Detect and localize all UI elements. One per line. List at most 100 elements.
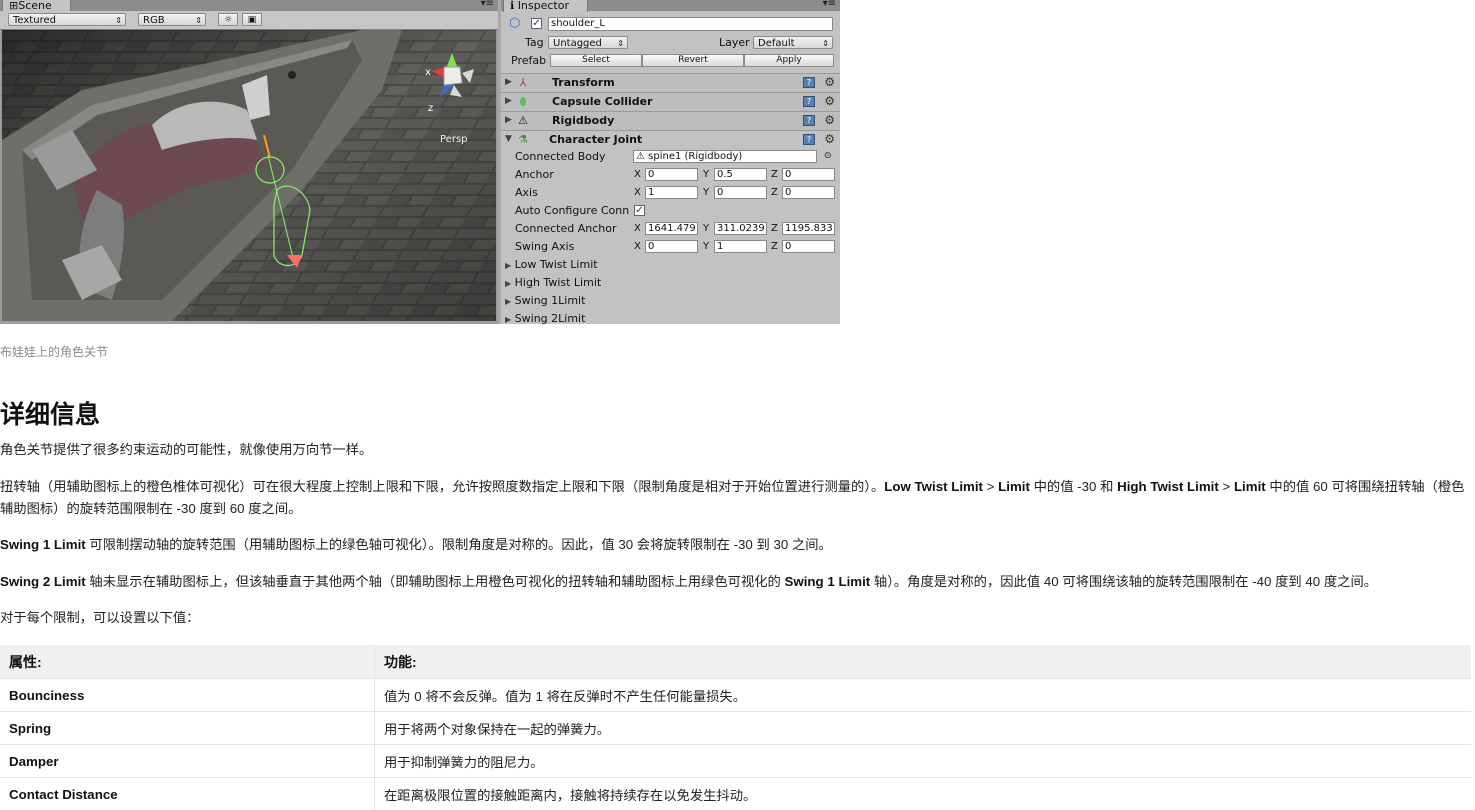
prefab-revert-button[interactable]: Revert — [642, 54, 744, 67]
properties-table: 属性: 功能: Bounciness 值为 0 将不会反弹。值为 1 将在反弹时… — [0, 645, 1471, 810]
component-capsule-collider[interactable]: ▶ ⬮ Capsule Collider ? ⚙ — [501, 92, 840, 111]
foldout-low-twist-limit[interactable]: ▶ Low Twist Limit — [505, 258, 598, 271]
capsule-icon: ⬮ — [516, 95, 530, 108]
inspector-tab-label: Inspector — [518, 0, 569, 12]
component-character-joint[interactable]: ▼ ⚗ Character Joint ? ⚙ — [501, 130, 840, 149]
color-mode-dropdown[interactable]: RGB — [138, 13, 206, 26]
layer-label: Layer — [719, 36, 750, 49]
gear-icon[interactable]: ⚙ — [824, 132, 835, 146]
tag-dropdown[interactable]: Untagged — [548, 36, 628, 49]
gear-icon[interactable]: ⚙ — [824, 75, 835, 89]
rigidbody-ref-icon: ⚠ — [636, 151, 645, 162]
x-label: X — [634, 222, 641, 235]
connected-anchor-x-field[interactable]: 1641.479 — [645, 222, 698, 235]
foldout-arrow-icon[interactable]: ▶ — [505, 77, 512, 87]
text-run: > — [1219, 479, 1234, 494]
foldout-arrow-open-icon[interactable]: ▼ — [505, 134, 512, 144]
text-run: 扭转轴（用辅助图标上的橙色椎体可视化）可在很大程度上控制上限和下限，允许按照度数… — [0, 479, 884, 494]
table-row: Contact Distance 在距离极限位置的接触距离内，接触将持续存在以免… — [0, 778, 1471, 810]
term-swing1-limit: Swing 1 Limit — [785, 574, 871, 589]
component-name: Character Joint — [549, 133, 642, 146]
tag-label: Tag — [525, 36, 544, 49]
inspector-tab[interactable]: ℹ Inspector — [503, 0, 588, 12]
scene-tabbar: ⊞Scene ▾≡ — [0, 0, 498, 11]
swing-axis-x-field[interactable]: 0 — [645, 240, 698, 253]
perspective-label[interactable]: Persp — [440, 134, 468, 145]
help-icon[interactable]: ? — [803, 115, 815, 126]
term-low-twist-limit: Low Twist Limit — [884, 479, 983, 494]
image-toggle-icon[interactable]: ▣ — [242, 13, 262, 26]
paragraph-limits-intro: 对于每个限制，可以设置以下值： — [0, 607, 1470, 629]
active-checkbox[interactable]: ✓ — [531, 18, 542, 29]
paragraph-intro: 角色关节提供了很多约束运动的可能性，就像使用万向节一样。 — [0, 439, 1470, 461]
table-header-row: 属性: 功能: — [0, 645, 1471, 679]
help-icon[interactable]: ? — [803, 77, 815, 88]
foldout-swing2-limit[interactable]: ▶ Swing 2Limit — [505, 312, 585, 324]
anchor-x-field[interactable]: 0 — [645, 168, 698, 181]
property-name: Damper — [0, 745, 375, 778]
connected-anchor-z-field[interactable]: 1195.833 — [782, 222, 835, 235]
property-name: Contact Distance — [0, 778, 375, 810]
component-transform[interactable]: ▶ ⅄ Transform ? ⚙ — [501, 73, 840, 92]
property-description: 用于抑制弹簧力的阻尼力。 — [375, 745, 1472, 778]
render-mode-dropdown[interactable]: Textured — [8, 13, 126, 26]
axis-x-field[interactable]: 1 — [645, 186, 698, 199]
transform-icon: ⅄ — [516, 76, 530, 89]
panel-menu-icon[interactable]: ▾≡ — [481, 0, 494, 9]
text-run: 轴）。角度是对称的，因此值 40 可将围绕该轴的旋转范围限制在 -40 度到 4… — [870, 574, 1377, 589]
foldout-arrow-icon[interactable]: ▶ — [505, 96, 512, 106]
text-run: 可限制摆动轴的旋转范围（用辅助图标上的绿色轴可视化）。限制角度是对称的。因此，值… — [86, 537, 832, 552]
scene-render-image: x z — [2, 30, 496, 321]
anchor-y-field[interactable]: 0.5 — [714, 168, 767, 181]
object-picker-icon[interactable]: ⊙ — [824, 150, 832, 163]
object-name-field[interactable]: shoulder_L — [548, 17, 833, 31]
prefab-label: Prefab — [511, 54, 546, 67]
foldout-high-twist-limit[interactable]: ▶ High Twist Limit — [505, 276, 601, 289]
table-row: Damper 用于抑制弹簧力的阻尼力。 — [0, 745, 1471, 778]
joint-icon: ⚗ — [516, 133, 530, 146]
z-label: Z — [771, 240, 778, 253]
paragraph-swing2: Swing 2 Limit 轴未显示在辅助图标上，但该轴垂直于其他两个轴（即辅助… — [0, 571, 1470, 593]
foldout-arrow-icon: ▶ — [505, 315, 511, 324]
component-name: Capsule Collider — [552, 95, 653, 108]
anchor-z-field[interactable]: 0 — [782, 168, 835, 181]
paragraph-twist-axis: 扭转轴（用辅助图标上的橙色椎体可视化）可在很大程度上控制上限和下限，允许按照度数… — [0, 476, 1470, 520]
help-icon[interactable]: ? — [803, 96, 815, 107]
axis-z-field[interactable]: 0 — [782, 186, 835, 199]
auto-configure-checkbox[interactable]: ✓ — [634, 205, 645, 216]
foldout-label: Low Twist Limit — [515, 258, 598, 271]
gameobject-cube-icon: ⬡ — [509, 17, 520, 30]
term-swing1-limit: Swing 1 Limit — [0, 537, 86, 552]
gear-icon[interactable]: ⚙ — [824, 94, 835, 108]
anchor-label: Anchor — [515, 168, 554, 181]
layer-dropdown[interactable]: Default — [753, 36, 833, 49]
help-icon[interactable]: ? — [803, 134, 815, 145]
foldout-arrow-icon: ▶ — [505, 279, 511, 288]
lighting-toggle-icon[interactable]: ☼ — [218, 13, 238, 26]
header-function: 功能: — [375, 645, 1472, 679]
term-swing2-limit: Swing 2 Limit — [0, 574, 86, 589]
foldout-swing1-limit[interactable]: ▶ Swing 1Limit — [505, 294, 585, 307]
unity-editor-screenshot: ⊞Scene ▾≡ Textured RGB ☼ ▣ — [0, 0, 840, 324]
foldout-arrow-icon[interactable]: ▶ — [505, 115, 512, 125]
x-label: X — [634, 240, 641, 253]
inspector-tabbar: ℹ Inspector ▾≡ — [501, 0, 840, 11]
foldout-arrow-icon: ▶ — [505, 261, 511, 270]
gear-icon[interactable]: ⚙ — [824, 113, 835, 127]
component-rigidbody[interactable]: ▶ ⚠ Rigidbody ? ⚙ — [501, 111, 840, 130]
connected-anchor-y-field[interactable]: 311.0239 — [714, 222, 767, 235]
connected-anchor-label: Connected Anchor — [515, 222, 617, 235]
prefab-select-button[interactable]: Select — [550, 54, 642, 67]
text-run: 轴未显示在辅助图标上，但该轴垂直于其他两个轴（即辅助图标上用橙色可视化的扭转轴和… — [86, 574, 785, 589]
scene-viewport[interactable]: x z Persp — [2, 30, 496, 321]
foldout-label: Swing 1Limit — [515, 294, 586, 307]
connected-body-field[interactable]: ⚠ spine1 (Rigidbody) — [633, 150, 817, 163]
svg-text:z: z — [428, 103, 433, 114]
inspector-menu-icon[interactable]: ▾≡ — [823, 0, 836, 9]
swing-axis-z-field[interactable]: 0 — [782, 240, 835, 253]
swing-axis-y-field[interactable]: 1 — [714, 240, 767, 253]
prefab-apply-button[interactable]: Apply — [744, 54, 834, 67]
axis-y-field[interactable]: 0 — [714, 186, 767, 199]
swing-axis-label: Swing Axis — [515, 240, 574, 253]
axis-label: Axis — [515, 186, 538, 199]
